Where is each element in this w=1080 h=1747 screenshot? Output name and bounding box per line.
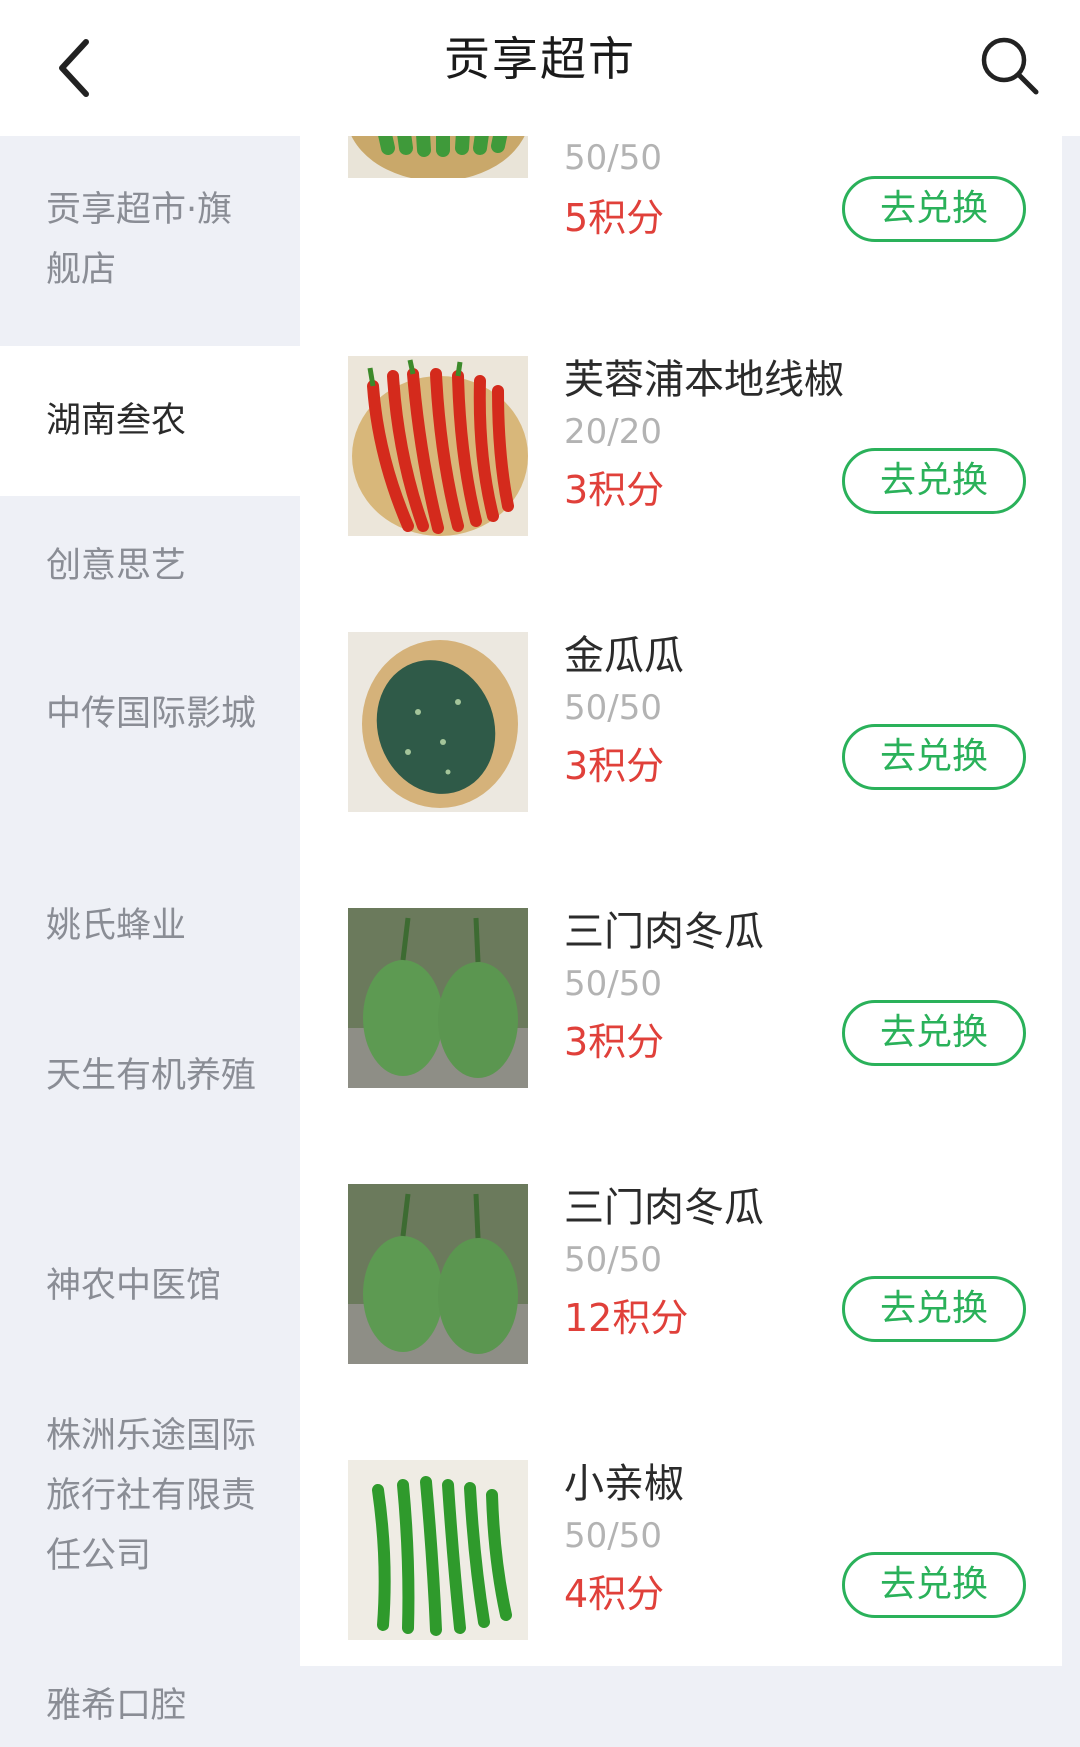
sidebar-item-hunan-sannong[interactable]: 湖南叁农 [0,346,300,496]
sidebar-item-label: 湖南叁农 [46,401,187,441]
redeem-button[interactable]: 去兑换 [842,448,1026,514]
sidebar-item-zhuzhou-travel[interactable]: 株洲乐途国际旅行社有限责任公司 [0,1366,300,1636]
product-points: 5积分 [564,196,665,240]
product-name: 三门肉冬瓜 [564,1185,764,1231]
product-card: 三门肉冬瓜 50/50 3积分 去兑换 [300,908,1062,1184]
product-stock: 50/50 [564,138,662,178]
scrollbar[interactable] [1062,136,1080,1747]
sidebar-item-zhongchuan-cinema[interactable]: 中传国际影城 [0,646,300,856]
product-points: 12积分 [564,1296,689,1340]
app-header: 贡享超市 [0,0,1080,136]
product-card: 小亲椒 50/50 4积分 去兑换 [300,1460,1062,1666]
redeem-button[interactable]: 去兑换 [842,1000,1026,1066]
product-stock: 50/50 [564,964,662,1004]
sidebar-item-label: 中传国际影城 [46,694,257,734]
category-sidebar: 贡享超市·旗舰店 湖南叁农 创意思艺 中传国际影城 姚氏蜂业 天生有机养殖 神农… [0,136,300,1747]
product-name: 金瓜瓜 [564,633,684,679]
product-image-red-chili [348,356,528,536]
product-points: 4积分 [564,1572,665,1616]
sidebar-item-label: 创意思艺 [46,546,187,586]
sidebar-item-label: 贡享超市·旗舰店 [46,190,233,290]
sidebar-item-label: 姚氏蜂业 [46,906,187,946]
sidebar-item-label: 雅希口腔 [46,1686,187,1726]
product-image-okra [348,136,528,178]
product-stock: 20/20 [564,412,662,452]
product-card: 三门肉冬瓜 50/50 12积分 去兑换 [300,1184,1062,1460]
sidebar-item-tiansheng-organic[interactable]: 天生有机养殖 [0,1006,300,1216]
product-image-green-chili [348,1460,528,1640]
search-icon [981,37,1039,95]
sidebar-item-shennong-clinic[interactable]: 神农中医馆 [0,1216,300,1366]
search-button[interactable] [970,28,1050,108]
product-list[interactable]: 50/50 5积分 去兑换 芙蓉浦本地线椒 20/20 3积分 去兑换 金瓜瓜 … [300,136,1062,1666]
product-stock: 50/50 [564,1240,662,1280]
product-card: 芙蓉浦本地线椒 20/20 3积分 去兑换 [300,356,1062,632]
product-points: 3积分 [564,1020,665,1064]
product-stock: 50/50 [564,688,662,728]
product-card: 金瓜瓜 50/50 3积分 去兑换 [300,632,1062,908]
redeem-button[interactable]: 去兑换 [842,724,1026,790]
sidebar-item-label: 天生有机养殖 [46,1056,257,1096]
product-image-winter-melon [348,1184,528,1364]
redeem-button[interactable]: 去兑换 [842,1552,1026,1618]
product-name: 三门肉冬瓜 [564,909,764,955]
redeem-button[interactable]: 去兑换 [842,1276,1026,1342]
product-points: 3积分 [564,468,665,512]
sidebar-item-yaxi-dental[interactable]: 雅希口腔 [0,1636,300,1747]
product-stock: 50/50 [564,1516,662,1556]
product-image-squash [348,632,528,812]
sidebar-item-yaoshi-bee[interactable]: 姚氏蜂业 [0,856,300,1006]
sidebar-item-label: 神农中医馆 [46,1266,222,1306]
product-name: 芙蓉浦本地线椒 [564,357,844,403]
page-title: 贡享超市 [444,32,636,86]
product-name: 小亲椒 [564,1461,684,1507]
sidebar-item-gongxiang-flagship[interactable]: 贡享超市·旗舰店 [0,136,300,346]
product-points: 3积分 [564,744,665,788]
sidebar-item-chuangyi-siyi[interactable]: 创意思艺 [0,496,300,646]
sidebar-item-label: 株洲乐途国际旅行社有限责任公司 [46,1416,257,1576]
list-end-area [300,1666,1062,1747]
redeem-button[interactable]: 去兑换 [842,176,1026,242]
product-card: 50/50 5积分 去兑换 [300,136,1062,274]
product-image-winter-melon [348,908,528,1088]
